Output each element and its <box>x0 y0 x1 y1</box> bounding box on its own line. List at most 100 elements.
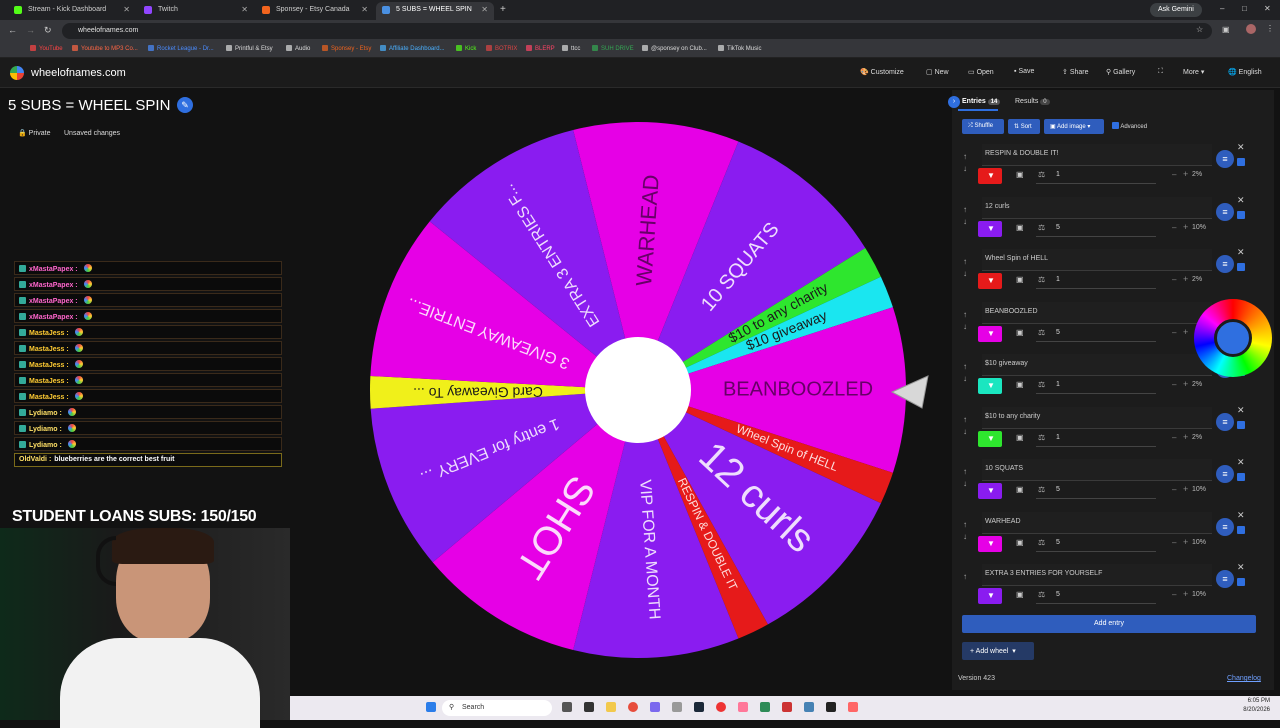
bookmark-item[interactable]: YouTube <box>30 45 63 52</box>
increment-button[interactable]: + <box>1183 169 1188 179</box>
move-up-icon[interactable]: ↑ <box>963 415 967 424</box>
entry-enabled-checkbox[interactable] <box>1237 578 1245 586</box>
weight-field[interactable]: ⚖ 5 <box>1036 326 1156 342</box>
menu-customize[interactable]: 🎨 Customize <box>860 68 904 76</box>
entry-color-swatch[interactable]: ▼ <box>978 483 1002 499</box>
opera-icon[interactable] <box>716 702 726 712</box>
add-image-button[interactable]: ▣ Add image ▾ <box>1044 119 1104 134</box>
decrement-button[interactable]: – <box>1172 538 1176 547</box>
increment-button[interactable]: + <box>1183 589 1188 599</box>
delete-entry-icon[interactable]: ✕ <box>1237 195 1245 206</box>
image-icon[interactable]: ▣ <box>1016 485 1024 494</box>
taskbar-app-icon[interactable] <box>672 702 682 712</box>
wheel-center[interactable] <box>585 337 691 443</box>
chrome-icon[interactable] <box>628 702 638 712</box>
tab-twitch[interactable]: Twitch ✕ <box>138 2 254 20</box>
entry-settings-icon[interactable]: ≡ <box>1216 517 1234 536</box>
image-icon[interactable]: ▣ <box>1016 590 1024 599</box>
bookmark-item[interactable]: Audio <box>286 45 310 52</box>
entry-enabled-checkbox[interactable] <box>1237 525 1245 534</box>
maximize-icon[interactable]: □ <box>1242 4 1247 13</box>
extensions-icon[interactable]: ▣ <box>1222 25 1230 34</box>
tab-kick[interactable]: Stream - Kick Dashboard ✕ <box>8 2 136 20</box>
entry-color-swatch[interactable]: ▼ <box>978 430 1002 447</box>
weight-field[interactable]: ⚖ 5 <box>1036 483 1156 499</box>
site-logo-text[interactable]: wheelofnames.com <box>31 67 126 79</box>
entry-text-field[interactable]: EXTRA 3 ENTRIES FOR YOURSELF <box>982 564 1212 586</box>
entry-color-swatch[interactable]: ▼ <box>978 325 1002 342</box>
bookmark-item[interactable]: @sponsey on Club... <box>642 45 707 52</box>
weight-field[interactable]: ⚖ 1 <box>1036 168 1156 184</box>
entry-text-field[interactable]: 10 SQUATS <box>982 459 1212 481</box>
delete-entry-icon[interactable]: ✕ <box>1237 510 1245 521</box>
increment-button[interactable]: + <box>1183 432 1188 442</box>
entry-enabled-checkbox[interactable] <box>1237 263 1245 271</box>
back-icon[interactable]: ← <box>8 25 17 35</box>
taskbar-app-icon[interactable] <box>782 702 792 712</box>
tab-wheel[interactable]: 5 SUBS = WHEEL SPIN ✕ <box>376 2 494 20</box>
move-down-icon[interactable]: ↓ <box>963 217 967 226</box>
delete-entry-icon[interactable]: ✕ <box>1237 142 1245 153</box>
decrement-button[interactable]: – <box>1172 590 1176 599</box>
decrement-button[interactable]: – <box>1172 380 1176 389</box>
move-up-icon[interactable]: ↑ <box>963 362 967 371</box>
image-icon[interactable]: ▣ <box>1016 328 1024 337</box>
fullscreen-icon[interactable]: ⛶ <box>1158 68 1163 76</box>
minimize-icon[interactable]: – <box>1220 4 1224 13</box>
menu-language[interactable]: 🌐 English <box>1228 68 1262 76</box>
menu-share[interactable]: ⇪ Share <box>1062 68 1089 76</box>
weight-field[interactable]: ⚖ 1 <box>1036 273 1156 289</box>
move-up-icon[interactable]: ↑ <box>963 520 967 529</box>
increment-button[interactable]: + <box>1183 222 1188 232</box>
collapse-panel-icon[interactable]: › <box>948 96 960 108</box>
menu-open[interactable]: ▭ Open <box>968 68 994 76</box>
move-down-icon[interactable]: ↓ <box>963 164 967 173</box>
decrement-button[interactable]: – <box>1172 170 1176 179</box>
url-field[interactable]: wheelofnames.com <box>62 23 1212 39</box>
move-down-icon[interactable]: ↓ <box>963 532 967 541</box>
entry-color-swatch[interactable]: ▼ <box>978 168 1002 184</box>
move-up-icon[interactable]: ↑ <box>963 467 967 476</box>
image-icon[interactable]: ▣ <box>1016 538 1024 547</box>
bookmark-item[interactable]: Rocket League - Dr... <box>148 45 214 52</box>
move-down-icon[interactable]: ↓ <box>963 269 967 278</box>
entry-color-swatch[interactable]: ▼ <box>978 378 1002 394</box>
delete-entry-icon[interactable]: ✕ <box>1237 247 1245 258</box>
bookmark-item[interactable]: Printful & Etsy <box>226 45 273 52</box>
close-window-icon[interactable]: ✕ <box>1264 4 1271 13</box>
decrement-button[interactable]: – <box>1172 328 1176 337</box>
decrement-button[interactable]: – <box>1172 275 1176 284</box>
menu-save[interactable]: ▪ Save <box>1014 68 1034 75</box>
tab-etsy[interactable]: Sponsey - Etsy Canada ✕ <box>256 2 374 20</box>
entry-text-field[interactable]: $10 giveaway <box>982 354 1212 376</box>
entry-text-field[interactable]: $10 to any charity <box>982 406 1212 429</box>
add-wheel-button[interactable]: + Add wheel ▾ <box>962 642 1034 660</box>
move-down-icon[interactable]: ↓ <box>963 322 967 331</box>
move-up-icon[interactable]: ↑ <box>963 205 967 214</box>
changelog-link[interactable]: Changelog <box>1227 675 1261 682</box>
taskbar-app-icon[interactable] <box>562 702 572 712</box>
entry-color-swatch[interactable]: ▼ <box>978 273 1002 289</box>
menu-new[interactable]: ▢ New <box>926 68 949 76</box>
bookmark-item[interactable]: ttcc <box>562 45 580 52</box>
bookmark-item[interactable]: SUH DRIVE <box>592 45 634 52</box>
taskbar-app-icon[interactable] <box>760 702 770 712</box>
move-up-icon[interactable]: ↑ <box>963 310 967 319</box>
taskbar-search[interactable]: ⚲ Search <box>442 700 552 716</box>
move-up-icon[interactable]: ↑ <box>963 257 967 266</box>
increment-button[interactable]: + <box>1183 274 1188 284</box>
close-icon[interactable]: ✕ <box>123 5 130 14</box>
taskbar-app-icon[interactable] <box>650 702 660 712</box>
entry-settings-icon[interactable]: ≡ <box>1216 150 1234 168</box>
bookmark-item[interactable]: Kick <box>456 45 476 52</box>
increment-button[interactable]: + <box>1183 484 1188 494</box>
wheel[interactable]: WARHEAD 10 SQUATS$10 to any charity$10 gi… <box>368 120 908 660</box>
taskbar-app-icon[interactable] <box>848 702 858 712</box>
entry-enabled-checkbox[interactable] <box>1237 420 1245 429</box>
taskbar-app-icon[interactable] <box>584 702 594 712</box>
shuffle-button[interactable]: ⤮ Shuffle <box>962 119 1004 134</box>
color-wheel-picker[interactable] <box>1194 299 1272 377</box>
image-icon[interactable]: ▣ <box>1016 380 1024 389</box>
entry-settings-icon[interactable]: ≡ <box>1216 255 1234 273</box>
bookmark-item[interactable]: Youtube to MP3 Co... <box>72 45 138 52</box>
